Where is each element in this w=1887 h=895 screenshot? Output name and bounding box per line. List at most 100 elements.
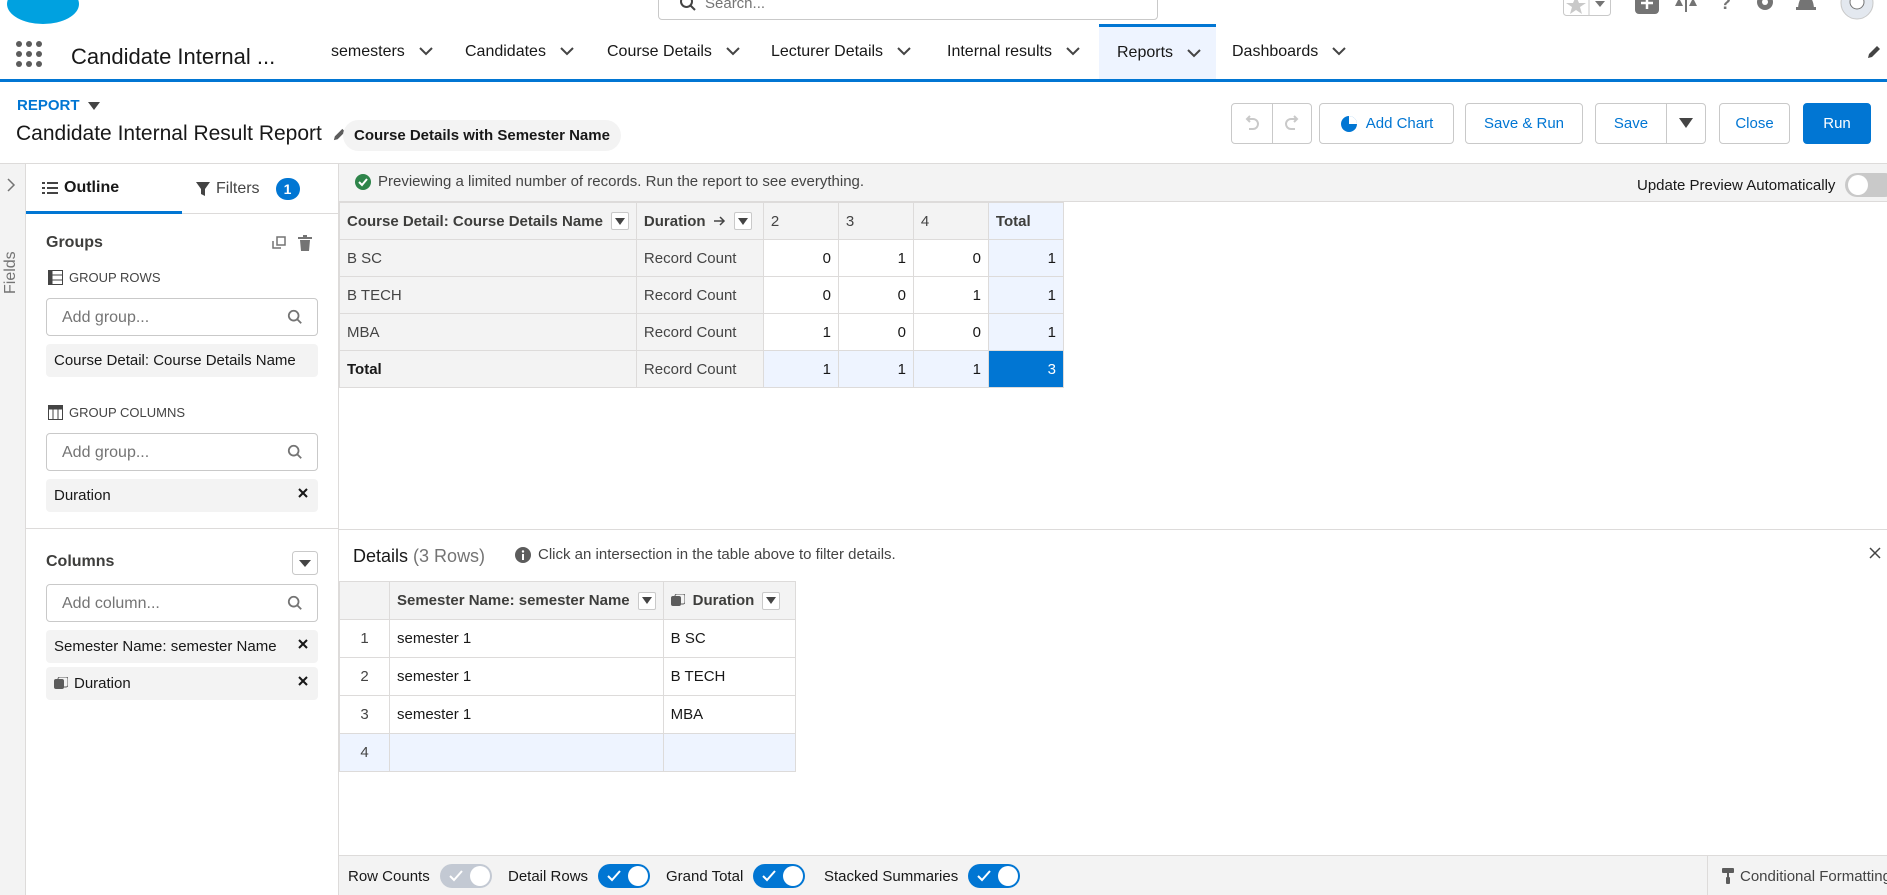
chevron-down-icon[interactable] (897, 47, 911, 56)
nav-tab-semesters[interactable]: semesters (313, 24, 448, 79)
matrix-cell[interactable]: 0 (762, 239, 839, 277)
semester-cell[interactable]: semester 1 (389, 619, 664, 658)
column-menu-dropdown-icon[interactable] (762, 591, 781, 610)
detail-rows-toggle[interactable]: Detail Rows (508, 856, 651, 895)
add-icon[interactable] (1635, 0, 1659, 14)
semester-cell[interactable] (389, 733, 664, 772)
matrix-cell[interactable]: 0 (837, 276, 914, 314)
remove-x-icon[interactable] (297, 638, 309, 650)
row-counts-toggle[interactable]: Row Counts (348, 856, 492, 895)
row-total-cell[interactable]: 1 (987, 313, 1064, 351)
save-and-run-button[interactable]: Save & Run (1465, 103, 1583, 144)
row-group-header[interactable]: Course Detail: Course Details Name (339, 202, 637, 240)
nav-tab-dashboards[interactable]: Dashboards (1214, 24, 1364, 79)
edit-nav-pencil-icon[interactable] (1866, 44, 1882, 60)
redo-icon[interactable] (1284, 115, 1300, 133)
chevron-down-icon[interactable] (1332, 47, 1346, 56)
fields-rail[interactable]: Fields (0, 164, 26, 895)
row-group-cell[interactable]: B TECH (339, 276, 637, 314)
total-row-label[interactable]: Total (339, 350, 637, 388)
swap-groups-icon[interactable] (272, 236, 286, 250)
matrix-cell[interactable]: 0 (912, 239, 989, 277)
nav-tab-internal-results[interactable]: Internal results (929, 24, 1099, 79)
grand-total-toggle[interactable]: Grand Total (666, 856, 806, 895)
close-button[interactable]: Close (1719, 103, 1790, 144)
user-avatar[interactable] (1840, 0, 1874, 20)
grand-total-switch[interactable] (753, 864, 806, 888)
remove-x-icon[interactable] (297, 675, 309, 687)
caret-down-icon[interactable] (87, 101, 100, 110)
row-group-cell[interactable]: MBA (339, 313, 637, 351)
save-options-dropdown-icon[interactable] (1679, 118, 1693, 128)
global-search-input[interactable]: Search... (658, 0, 1158, 20)
column-pill[interactable]: Duration (46, 667, 318, 700)
matrix-cell[interactable]: 0 (912, 313, 989, 351)
remove-x-icon[interactable] (297, 487, 309, 499)
report-object-label[interactable]: REPORT (17, 97, 100, 114)
run-button[interactable]: Run (1803, 103, 1871, 144)
column-menu-dropdown-icon[interactable] (733, 212, 752, 230)
nav-tab-lecturer-details[interactable]: Lecturer Details (753, 24, 925, 79)
tab-filters[interactable]: Filters 1 (182, 164, 339, 214)
col-value-header[interactable]: 4 (912, 202, 989, 240)
row-counts-switch[interactable] (439, 864, 492, 888)
setup-assistant-icon[interactable] (1674, 0, 1698, 14)
duration-cell[interactable] (662, 733, 796, 772)
group-row-pill[interactable]: Course Detail: Course Details Name (46, 344, 318, 377)
notifications-bell-icon[interactable] (1795, 0, 1817, 14)
duration-header[interactable]: Duration (662, 581, 796, 620)
matrix-cell[interactable]: 0 (762, 276, 839, 314)
total-column-header[interactable]: Total (987, 202, 1064, 240)
nav-tab-course-details[interactable]: Course Details (589, 24, 751, 79)
add-group-column-input[interactable]: Add group... (46, 433, 318, 471)
undo-icon[interactable] (1244, 115, 1260, 133)
stacked-summaries-switch[interactable] (968, 864, 1021, 888)
group-column-pill[interactable]: Duration (46, 479, 318, 512)
nav-tab-candidates[interactable]: Candidates (447, 24, 583, 79)
update-preview-toggle[interactable]: Update Preview Automatically (1637, 173, 1887, 197)
favorites-star-icon[interactable] (1563, 0, 1611, 16)
nav-tab-reports[interactable]: Reports (1099, 24, 1216, 79)
column-total-cell[interactable]: 1 (912, 350, 989, 388)
semester-cell[interactable]: semester 1 (389, 657, 664, 696)
update-preview-switch[interactable] (1845, 173, 1887, 197)
chevron-down-icon[interactable] (1066, 47, 1080, 56)
salesforce-cloud-logo[interactable] (6, 0, 80, 26)
close-details-icon[interactable] (1869, 547, 1881, 559)
col-value-header[interactable]: 2 (762, 202, 839, 240)
matrix-cell[interactable]: 1 (912, 276, 989, 314)
col-value-header[interactable]: 3 (837, 202, 914, 240)
matrix-cell[interactable]: 1 (762, 313, 839, 351)
chevron-down-icon[interactable] (560, 47, 574, 56)
save-button[interactable]: Save (1596, 115, 1666, 132)
stacked-summaries-toggle[interactable]: Stacked Summaries (824, 856, 1021, 895)
semester-cell[interactable]: semester 1 (389, 695, 664, 734)
duration-cell[interactable]: B TECH (662, 657, 796, 696)
column-menu-dropdown-icon[interactable] (637, 591, 656, 610)
column-pill[interactable]: Semester Name: semester Name (46, 630, 318, 663)
conditional-formatting-button[interactable]: Conditional Formatting (1707, 856, 1887, 895)
matrix-cell[interactable]: 0 (837, 313, 914, 351)
column-total-cell[interactable]: 1 (762, 350, 839, 388)
add-chart-button[interactable]: Add Chart (1319, 103, 1454, 144)
column-menu-dropdown-icon[interactable] (610, 212, 629, 230)
app-launcher-icon[interactable] (16, 41, 42, 67)
semester-name-header[interactable]: Semester Name: semester Name (389, 581, 664, 620)
col-group-header[interactable]: Duration (635, 202, 764, 240)
help-icon[interactable]: ? (1717, 0, 1733, 14)
row-group-cell[interactable]: B SC (339, 239, 637, 277)
columns-menu-dropdown-icon[interactable] (292, 551, 318, 575)
matrix-cell[interactable]: 1 (837, 239, 914, 277)
add-column-input[interactable]: Add column... (46, 584, 318, 622)
chevron-right-icon[interactable] (6, 178, 16, 192)
detail-rows-switch[interactable] (598, 864, 651, 888)
settings-gear-icon[interactable] (1754, 0, 1776, 14)
tab-outline[interactable]: Outline (26, 164, 182, 214)
duration-cell[interactable]: MBA (662, 695, 796, 734)
row-total-cell[interactable]: 1 (987, 276, 1064, 314)
delete-trash-icon[interactable] (298, 235, 312, 251)
chevron-down-icon[interactable] (1187, 48, 1201, 58)
column-total-cell[interactable]: 1 (837, 350, 914, 388)
chevron-down-icon[interactable] (726, 47, 740, 56)
duration-cell[interactable]: B SC (662, 619, 796, 658)
